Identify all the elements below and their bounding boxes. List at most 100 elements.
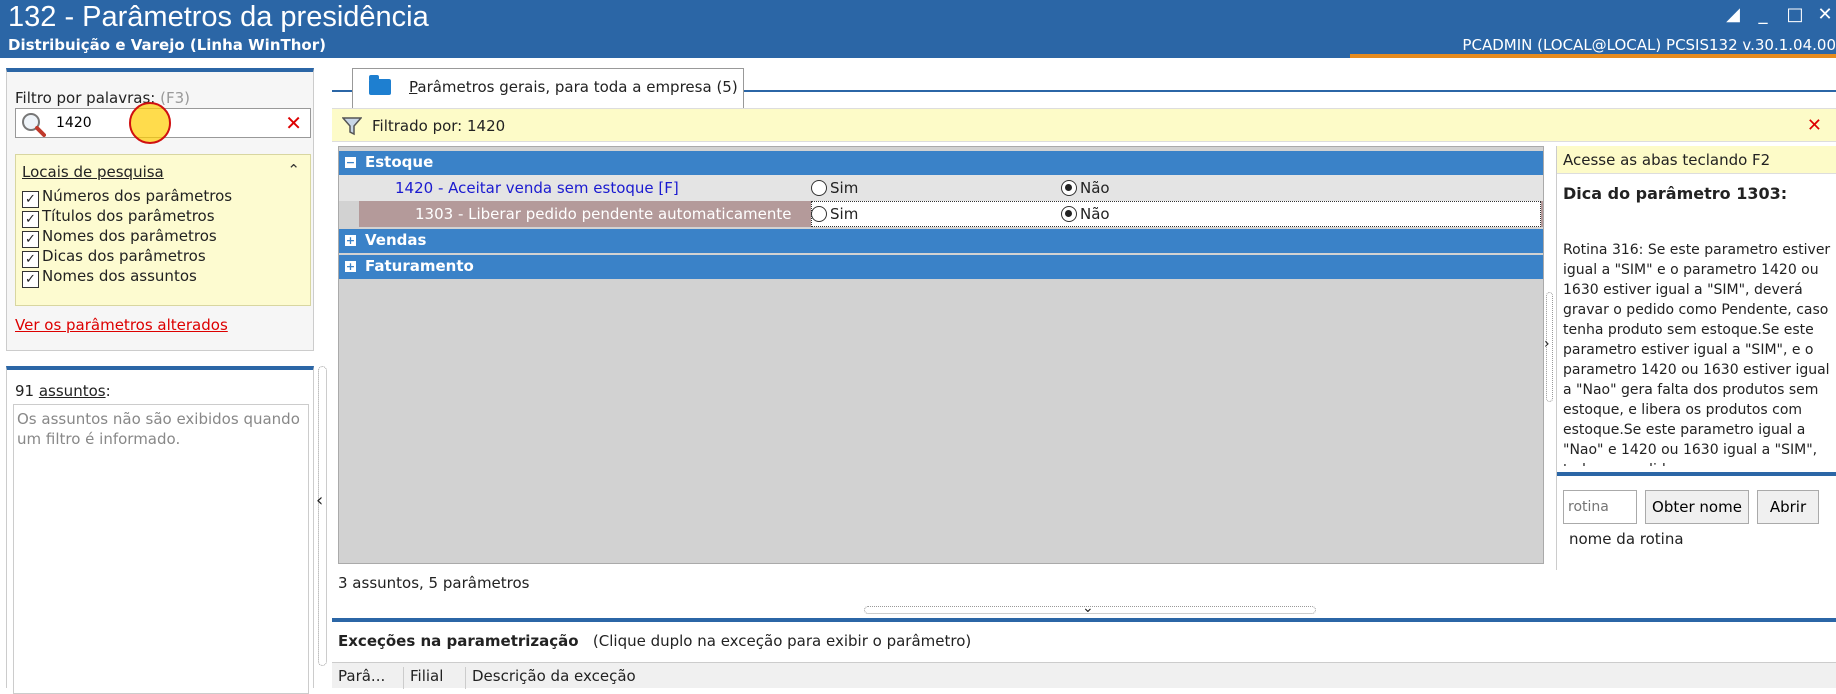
- tab-label-text: arâmetros gerais, para toda a empresa: [417, 78, 712, 96]
- collapse-icon[interactable]: ⌃: [287, 161, 300, 179]
- close-icon[interactable]: ✕: [1812, 4, 1836, 26]
- mouse-cursor-indicator: [129, 102, 171, 144]
- tab-label: Parâmetros gerais, para toda a empresa (…: [409, 78, 738, 96]
- clear-search-icon[interactable]: ✕: [285, 111, 302, 135]
- parameter-row-1420[interactable]: 1420 - Aceitar venda sem estoque [F] Sim…: [339, 175, 1543, 201]
- checkbox-icon: ✓: [22, 211, 39, 228]
- filter-panel: Filtro por palavras: (F3) ✕ Locais de pe…: [6, 68, 314, 351]
- radio-nao[interactable]: Não: [1061, 179, 1110, 197]
- parameter-title: 1303 - Liberar pedido pendente automatic…: [415, 205, 792, 223]
- exceptions-table-header: Parâ... Filial Descrição da exceção: [332, 662, 1836, 689]
- group-header-vendas[interactable]: + Vendas: [339, 229, 1543, 253]
- rotina-name: nome da rotina: [1569, 530, 1684, 548]
- subjects-list[interactable]: Os assuntos não são exibidos quando um f…: [13, 404, 309, 694]
- filter-banner-text: Filtrado por: 1420: [372, 117, 506, 135]
- splitter-grip[interactable]: [318, 366, 327, 666]
- user-info: PCADMIN (LOCAL@LOCAL) PCSIS132 v.30.1.04…: [1462, 36, 1836, 54]
- checkbox-nomes[interactable]: ✓ Nomes dos parâmetros: [22, 227, 217, 249]
- column-header-parametro[interactable]: Parâ...: [332, 667, 404, 689]
- close-filter-icon[interactable]: ✕: [1807, 115, 1822, 136]
- minimize-icon[interactable]: _: [1750, 4, 1776, 26]
- changed-parameters-link[interactable]: Ver os parâmetros alterados: [15, 316, 228, 334]
- column-header-descricao[interactable]: Descrição da exceção: [466, 667, 866, 689]
- checkbox-label: Nomes dos assuntos: [42, 267, 197, 285]
- open-button[interactable]: Abrir: [1757, 490, 1819, 524]
- checkbox-assuntos[interactable]: ✓ Nomes dos assuntos: [22, 267, 197, 289]
- radio-label: Sim: [830, 179, 859, 197]
- tip-panel: Acesse as abas teclando F2 Dica do parâm…: [1556, 146, 1836, 570]
- window-title: 132 - Parâmetros da presidência: [8, 1, 429, 33]
- right-splitter[interactable]: ›: [1544, 292, 1556, 402]
- exceptions-divider: [332, 618, 1836, 622]
- group-title: Faturamento: [365, 257, 474, 275]
- checkbox-titulos[interactable]: ✓ Títulos dos parâmetros: [22, 207, 215, 229]
- column-header-filial[interactable]: Filial: [404, 667, 466, 689]
- radio-nao[interactable]: Não: [1061, 205, 1110, 223]
- search-icon: [22, 113, 46, 137]
- radio-icon: [811, 180, 827, 196]
- radio-icon: [811, 206, 827, 222]
- radio-selected-icon: [1061, 180, 1077, 196]
- checkbox-label: Nomes dos parâmetros: [42, 227, 217, 245]
- group-title: Estoque: [365, 153, 434, 171]
- parameter-title: 1420 - Aceitar venda sem estoque [F]: [395, 179, 679, 197]
- tab-count: (5): [716, 78, 738, 96]
- funnel-icon: [342, 117, 362, 136]
- radio-label: Sim: [830, 205, 859, 223]
- filter-label-text: Filtro por palavras:: [15, 89, 156, 107]
- chevron-right-icon[interactable]: ›: [1544, 336, 1550, 352]
- subjects-count: 91 assuntos:: [15, 382, 111, 400]
- filter-banner: Filtrado por: 1420 ✕: [332, 108, 1836, 142]
- maximize-icon[interactable]: □: [1782, 4, 1808, 26]
- checkbox-icon: ✓: [22, 251, 39, 268]
- radio-sim[interactable]: Sim: [811, 179, 858, 197]
- folder-icon: [369, 75, 391, 95]
- tip-header: Acesse as abas teclando F2: [1557, 146, 1836, 174]
- radio-selected-icon: [1061, 206, 1077, 222]
- parameter-row-1303[interactable]: 1303 - Liberar pedido pendente automatic…: [359, 201, 1543, 227]
- title-accent-bar: [1350, 54, 1836, 58]
- subjects-panel: 91 assuntos: Os assuntos não são exibido…: [6, 366, 314, 694]
- tab-general-parameters[interactable]: Parâmetros gerais, para toda a empresa (…: [352, 68, 744, 108]
- get-name-button[interactable]: Obter nome: [1645, 490, 1749, 524]
- checkbox-label: Dicas dos parâmetros: [42, 247, 206, 265]
- filter-label: Filtro por palavras: (F3): [15, 89, 190, 107]
- tip-header-text: Acesse as abas teclando F2: [1563, 151, 1771, 169]
- radio-sim[interactable]: Sim: [811, 205, 858, 223]
- expand-group-icon[interactable]: +: [345, 261, 356, 272]
- tip-text: Rotina 316: Se este parametro estiver ig…: [1563, 242, 1831, 466]
- radio-label: Não: [1080, 179, 1110, 197]
- checkbox-label: Títulos dos parâmetros: [42, 207, 215, 225]
- expand-group-icon[interactable]: +: [345, 235, 356, 246]
- tip-divider: [1557, 472, 1836, 476]
- chevron-left-icon[interactable]: ‹: [316, 490, 323, 511]
- exceptions-title: Exceções na parametrização: [338, 632, 579, 650]
- search-locations-box: Locais de pesquisa ⌃ ✓ Números dos parâme…: [15, 154, 311, 306]
- exceptions-heading: Exceções na parametrização (Clique duplo…: [338, 632, 971, 650]
- tip-title: Dica do parâmetro 1303:: [1563, 184, 1788, 203]
- subjects-count-word: assuntos: [38, 382, 106, 400]
- collapse-group-icon[interactable]: −: [345, 157, 356, 168]
- group-header-estoque[interactable]: − Estoque: [339, 151, 1543, 175]
- title-bar: 132 - Parâmetros da presidência Distribu…: [0, 0, 1836, 58]
- checkbox-numeros[interactable]: ✓ Números dos parâmetros: [22, 187, 232, 209]
- left-splitter[interactable]: ‹: [316, 366, 330, 688]
- checkbox-dicas[interactable]: ✓ Dicas dos parâmetros: [22, 247, 206, 269]
- group-title: Vendas: [365, 231, 427, 249]
- window-subtitle: Distribuição e Varejo (Linha WinThor): [8, 36, 326, 54]
- subjects-count-number: 91: [15, 382, 39, 400]
- checkbox-icon: ✓: [22, 271, 39, 288]
- checkbox-icon: ✓: [22, 231, 39, 248]
- restore-icon[interactable]: ◢: [1720, 4, 1746, 26]
- parameters-grid[interactable]: − Estoque 1420 - Aceitar venda sem estoq…: [338, 146, 1544, 564]
- exceptions-hint: (Clique duplo na exceção para exibir o p…: [592, 632, 972, 650]
- grid-status: 3 assuntos, 5 parâmetros: [338, 574, 530, 592]
- group-header-faturamento[interactable]: + Faturamento: [339, 255, 1543, 279]
- checkbox-label: Números dos parâmetros: [42, 187, 233, 205]
- bottom-splitter[interactable]: ⌄: [864, 600, 1316, 616]
- rotina-input[interactable]: [1563, 490, 1637, 524]
- chevron-down-icon[interactable]: ⌄: [1082, 600, 1094, 616]
- filter-hotkey: (F3): [160, 89, 191, 107]
- subjects-count-colon: :: [105, 382, 111, 400]
- subjects-message: Os assuntos não são exibidos quando um f…: [17, 410, 300, 448]
